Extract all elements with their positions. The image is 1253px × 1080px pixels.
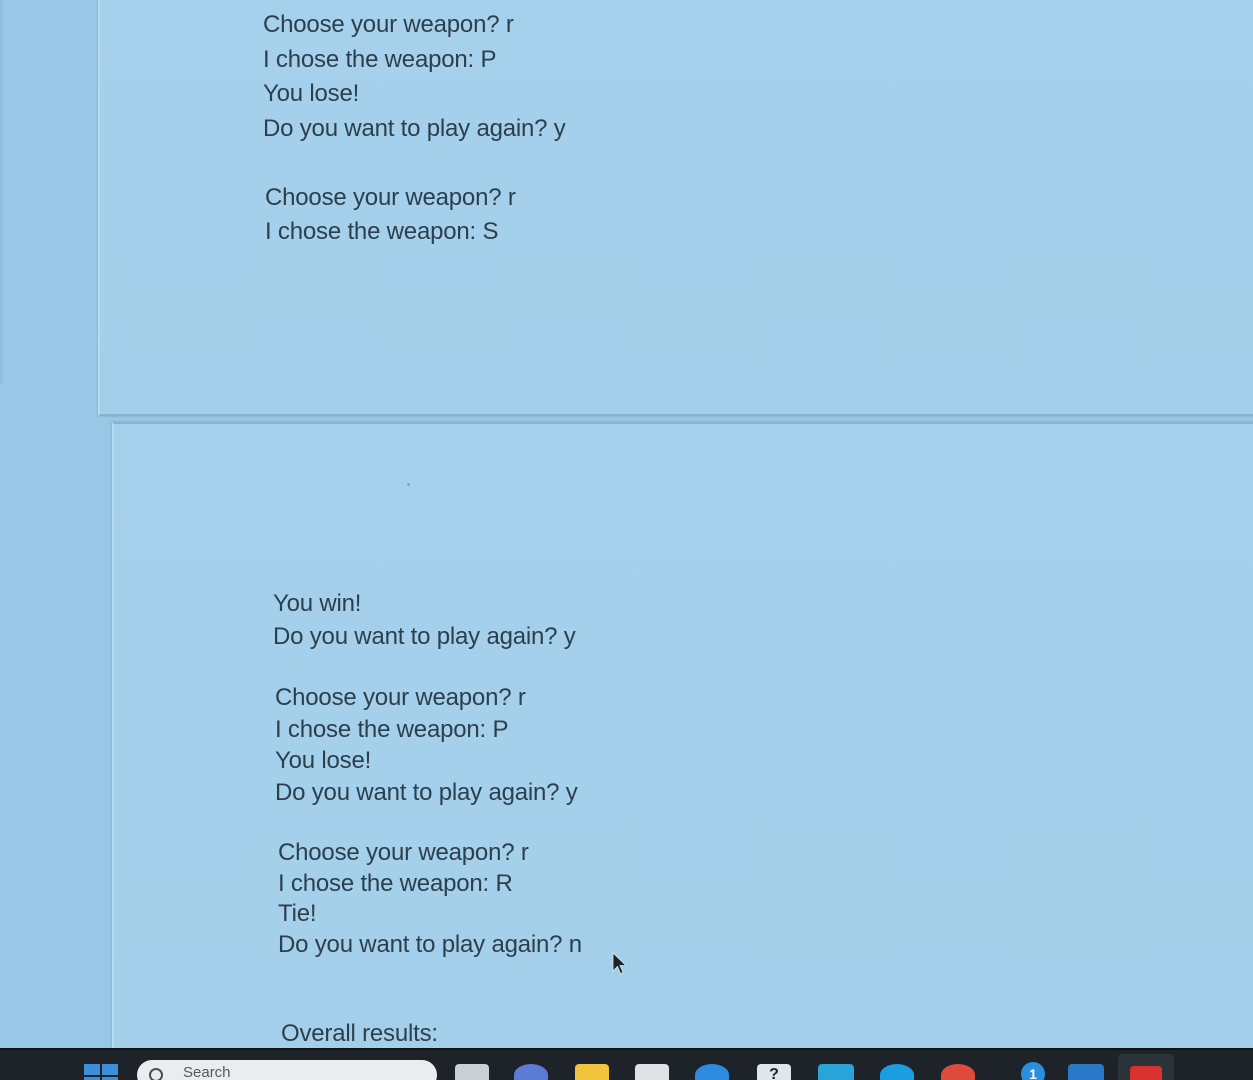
- game-round-block: Choose your weapon? r I chose the weapon…: [265, 181, 516, 249]
- computer-choice-line: I chose the weapon: R: [278, 869, 513, 897]
- taskbar-search-input[interactable]: Search: [137, 1060, 437, 1080]
- overall-results-heading: Overall results:: [281, 1020, 438, 1047]
- mouse-cursor-icon: [612, 952, 627, 975]
- computer-choice-line: I chose the weapon: P: [275, 715, 509, 743]
- result-line: You win!: [273, 590, 362, 617]
- document-canvas[interactable]: Choose your weapon? r I chose the weapon…: [0, 0, 1253, 1064]
- start-icon[interactable]: [84, 1064, 118, 1080]
- game-round-block: Choose your weapon? r I chose the weapon…: [263, 8, 566, 146]
- game-round-block: Choose your weapon? r I chose the weapon…: [275, 682, 578, 808]
- window-edge: [0, 0, 3, 384]
- app-icon[interactable]: [818, 1064, 854, 1080]
- computer-choice-line: I chose the weapon: P: [263, 45, 497, 73]
- prompt-line: Choose your weapon? r: [263, 11, 514, 38]
- prompt-line: Choose your weapon? r: [265, 184, 516, 211]
- taskbar: Search ? 1: [0, 1048, 1253, 1080]
- task-view-icon[interactable]: [455, 1064, 489, 1080]
- edge-icon[interactable]: [880, 1064, 914, 1080]
- game-round-block: You win! Do you want to play again? y: [273, 587, 576, 653]
- file-explorer-icon[interactable]: [575, 1064, 609, 1080]
- computer-choice-line: I chose the weapon: S: [265, 218, 499, 245]
- result-line: Tie!: [278, 900, 317, 927]
- screen: Choose your weapon? r I chose the weapon…: [0, 0, 1253, 1080]
- chat-icon[interactable]: [514, 1064, 548, 1080]
- result-line: You lose!: [263, 80, 360, 107]
- help-icon[interactable]: ?: [757, 1064, 791, 1080]
- prompt-line: Choose your weapon? r: [275, 684, 526, 711]
- pdf-app-icon[interactable]: [1130, 1066, 1162, 1080]
- chrome-icon[interactable]: [941, 1064, 975, 1080]
- notification-badge-icon[interactable]: 1: [1021, 1062, 1045, 1080]
- search-placeholder: Search: [183, 1064, 231, 1080]
- play-again-line: Do you want to play again? y: [273, 623, 576, 650]
- store-icon[interactable]: [635, 1064, 669, 1080]
- play-again-line: Do you want to play again? y: [275, 778, 578, 806]
- play-again-line: Do you want to play again? n: [278, 930, 582, 958]
- game-round-block: Choose your weapon? r I chose the weapon…: [278, 838, 582, 960]
- overall-results-block: Overall results:: [281, 1018, 438, 1050]
- mail-icon[interactable]: [695, 1064, 729, 1080]
- app-icon[interactable]: [1068, 1064, 1104, 1080]
- search-icon: [149, 1068, 163, 1080]
- result-line: You lose!: [275, 747, 372, 774]
- prompt-line: Choose your weapon? r: [278, 839, 529, 866]
- play-again-line: Do you want to play again? y: [263, 114, 566, 142]
- speck: [407, 483, 410, 486]
